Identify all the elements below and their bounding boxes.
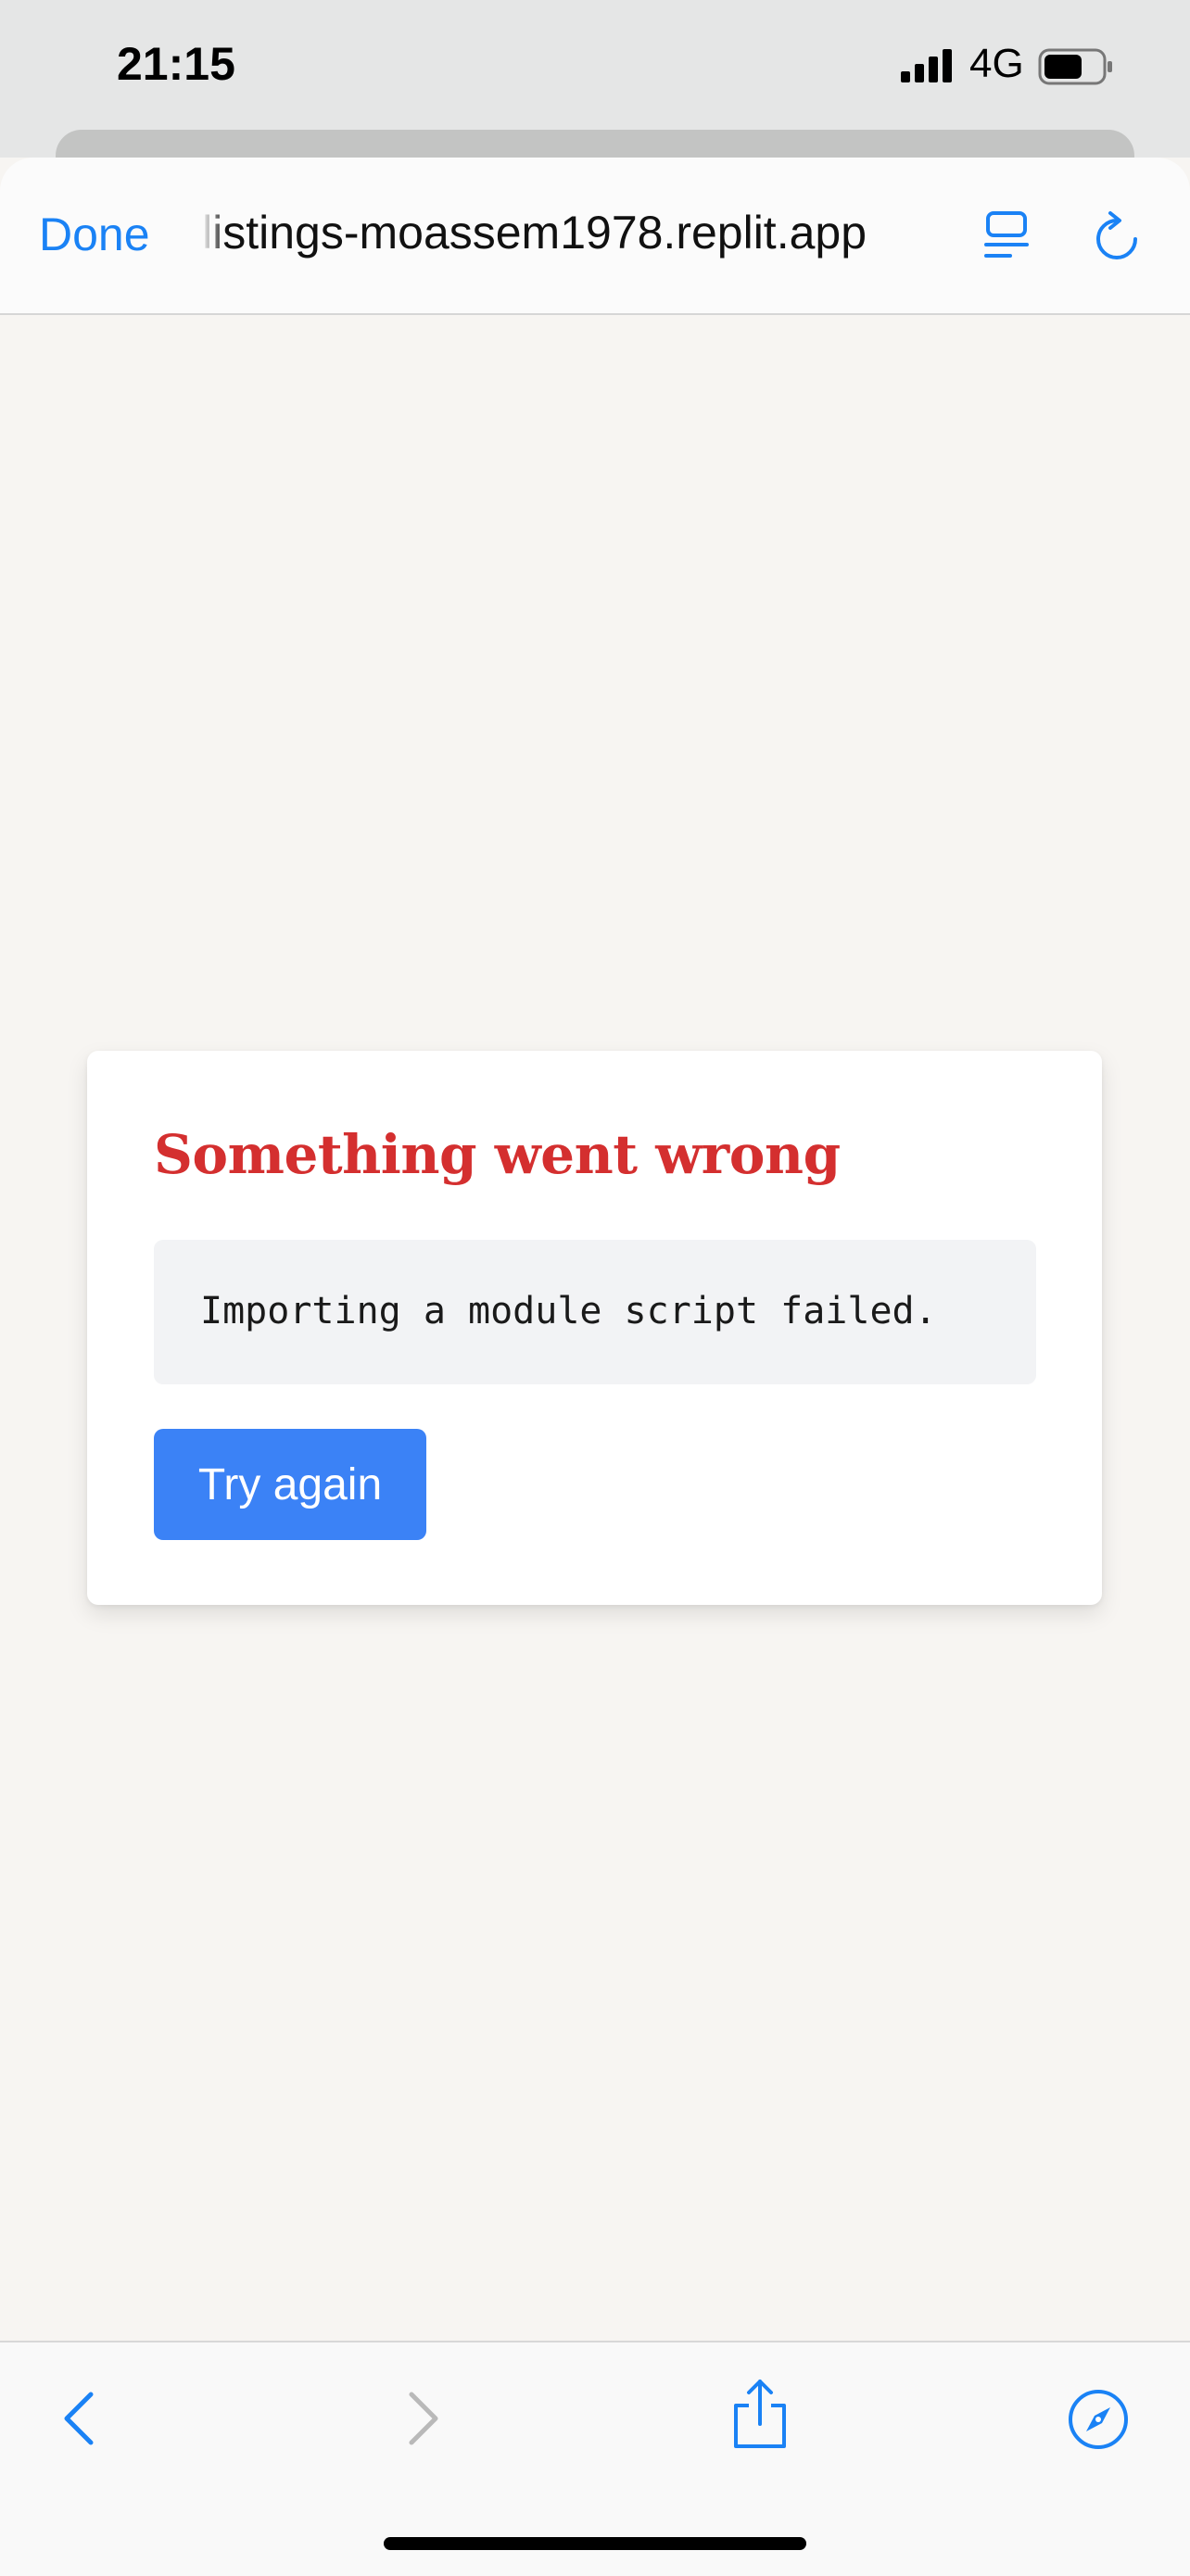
battery-icon [1038,48,1112,85]
done-button[interactable]: Done [39,208,150,261]
network-label: 4G [969,41,1024,86]
error-message: Importing a module script failed. [200,1290,937,1332]
signal-icon [901,49,952,82]
reader-icon[interactable] [982,209,1031,261]
share-icon[interactable] [730,2378,790,2450]
try-again-button[interactable]: Try again [154,1429,426,1540]
error-message-box: Importing a module script failed. [154,1240,1036,1384]
error-title: Something went wrong [154,1123,841,1186]
compass-icon[interactable] [1068,2389,1129,2450]
status-time: 21:15 [117,38,235,90]
home-indicator [384,2537,806,2550]
browser-header: Done listings-moassem1978.replit.app [0,158,1190,315]
error-card: Something went wrong Importing a module … [87,1051,1102,1605]
back-icon[interactable] [57,2391,100,2446]
forward-icon[interactable] [402,2391,445,2446]
reload-icon[interactable] [1092,209,1142,263]
url-display[interactable]: listings-moassem1978.replit.app [202,206,943,259]
